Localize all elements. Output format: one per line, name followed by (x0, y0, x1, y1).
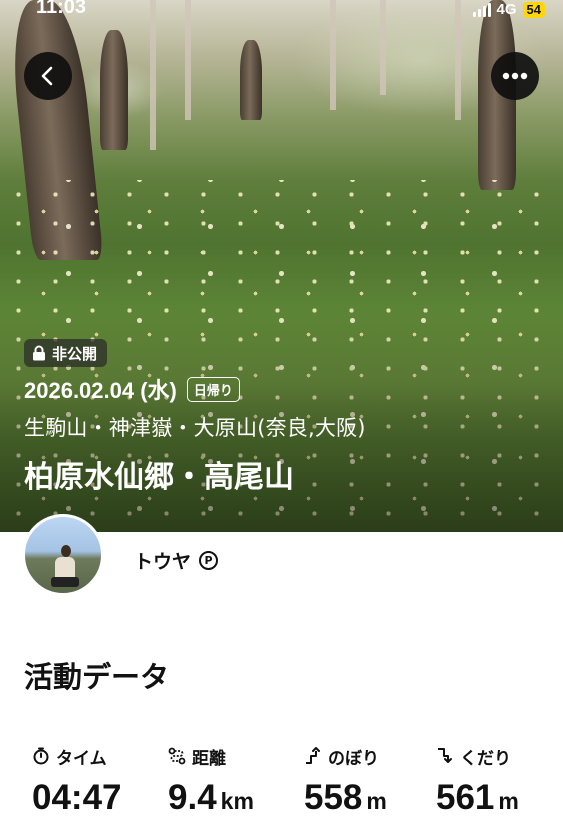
premium-badge-icon: P (199, 551, 219, 570)
descent-icon (436, 747, 454, 765)
stat-value: 9.4 (168, 778, 217, 817)
stat-descent: くだり 561 m (436, 740, 563, 818)
ascent-icon (304, 747, 322, 765)
avatar[interactable] (22, 514, 104, 596)
activity-date: 2026.02.04 (水) (24, 378, 177, 403)
stat-label: タイム (56, 748, 107, 769)
trip-type-tag: 日帰り (186, 376, 240, 402)
stat-time: タイム 04:47 (32, 740, 167, 818)
user-row[interactable]: トウヤ P (134, 547, 219, 574)
status-time: 11:03 (36, 0, 87, 18)
stat-value: 558 (304, 778, 363, 817)
activity-title: 柏原水仙郷・高尾山 (24, 460, 294, 495)
activity-date-row: 2026.02.04 (水) 日帰り (24, 373, 240, 405)
visibility-label: 非公開 (52, 344, 98, 363)
stat-label: 距離 (192, 748, 226, 769)
stat-unit: m (366, 788, 387, 814)
stat-value: 561 (436, 778, 495, 817)
stat-unit: m (498, 788, 519, 814)
activity-stats: タイム 04:47 距離 9.4 km のぼり 558 m くだり 561 m (0, 740, 563, 836)
signal-icon (472, 2, 491, 17)
lock-icon (33, 345, 45, 361)
username[interactable]: トウヤ (134, 547, 191, 574)
stat-value: 04:47 (32, 778, 122, 817)
stat-label: くだり (460, 748, 511, 769)
stat-ascent: のぼり 558 m (304, 740, 439, 818)
status-indicators: 4G 54 (472, 1, 545, 18)
more-dots-icon (502, 72, 528, 80)
stat-distance: 距離 9.4 km (168, 740, 303, 818)
back-button[interactable] (24, 52, 72, 100)
stat-unit: km (220, 788, 254, 814)
visibility-badge: 非公開 (24, 339, 108, 367)
more-options-button[interactable] (491, 52, 539, 100)
stopwatch-icon (32, 747, 50, 765)
battery-indicator: 54 (522, 1, 545, 18)
mountain-list[interactable]: 生駒山・神津嶽・大原山(奈良,大阪) (24, 412, 366, 442)
route-icon (168, 747, 186, 765)
network-label: 4G (496, 1, 517, 18)
section-title-activity-data: 活動データ (24, 660, 170, 694)
chevron-left-icon (41, 66, 53, 86)
stat-label: のぼり (328, 748, 379, 769)
